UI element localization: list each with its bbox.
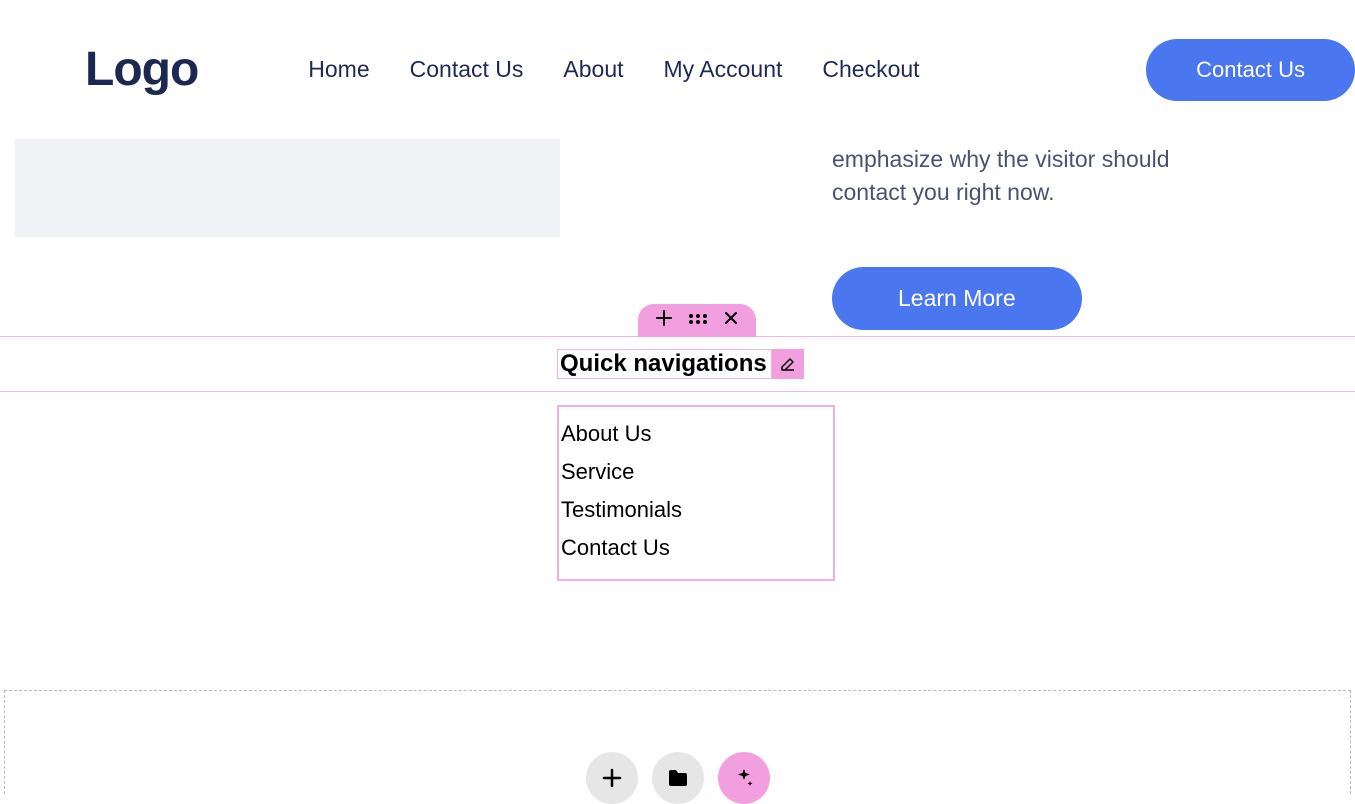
edit-icon[interactable] bbox=[772, 349, 804, 379]
library-button[interactable] bbox=[652, 752, 704, 804]
ai-assist-button[interactable] bbox=[718, 752, 770, 804]
add-block-button[interactable] bbox=[586, 752, 638, 804]
sparkle-icon bbox=[734, 768, 754, 788]
bottom-toolbar bbox=[586, 742, 770, 794]
hero-body-text[interactable]: emphasize why the visitor should contact… bbox=[832, 143, 1192, 210]
quick-nav-contact-us[interactable]: Contact Us bbox=[559, 529, 833, 567]
primary-nav: Home Contact Us About My Account Checkou… bbox=[308, 56, 1146, 83]
quick-nav-service[interactable]: Service bbox=[559, 453, 833, 491]
folder-icon bbox=[668, 769, 688, 787]
close-icon[interactable] bbox=[724, 311, 738, 330]
logo-text[interactable]: Logo bbox=[85, 42, 198, 97]
add-icon[interactable] bbox=[656, 310, 672, 331]
quick-nav-list[interactable]: About Us Service Testimonials Contact Us bbox=[557, 405, 835, 581]
quick-nav-about-us[interactable]: About Us bbox=[559, 415, 833, 453]
quick-nav-testimonials[interactable]: Testimonials bbox=[559, 491, 833, 529]
site-header: Logo Home Contact Us About My Account Ch… bbox=[0, 0, 1355, 139]
nav-my-account[interactable]: My Account bbox=[664, 56, 783, 83]
nav-checkout[interactable]: Checkout bbox=[822, 56, 919, 83]
nav-contact-us[interactable]: Contact Us bbox=[410, 56, 524, 83]
image-placeholder[interactable] bbox=[15, 139, 560, 237]
element-toolbar bbox=[638, 304, 756, 337]
plus-icon bbox=[602, 768, 622, 788]
contact-us-button[interactable]: Contact Us bbox=[1146, 39, 1355, 101]
drag-handle-icon[interactable] bbox=[688, 312, 708, 330]
nav-about[interactable]: About bbox=[563, 56, 623, 83]
learn-more-button[interactable]: Learn More bbox=[832, 267, 1082, 330]
heading-text[interactable]: Quick navigations bbox=[557, 349, 772, 379]
nav-home[interactable]: Home bbox=[308, 56, 369, 83]
heading-element-selected[interactable]: Quick navigations bbox=[557, 349, 804, 379]
